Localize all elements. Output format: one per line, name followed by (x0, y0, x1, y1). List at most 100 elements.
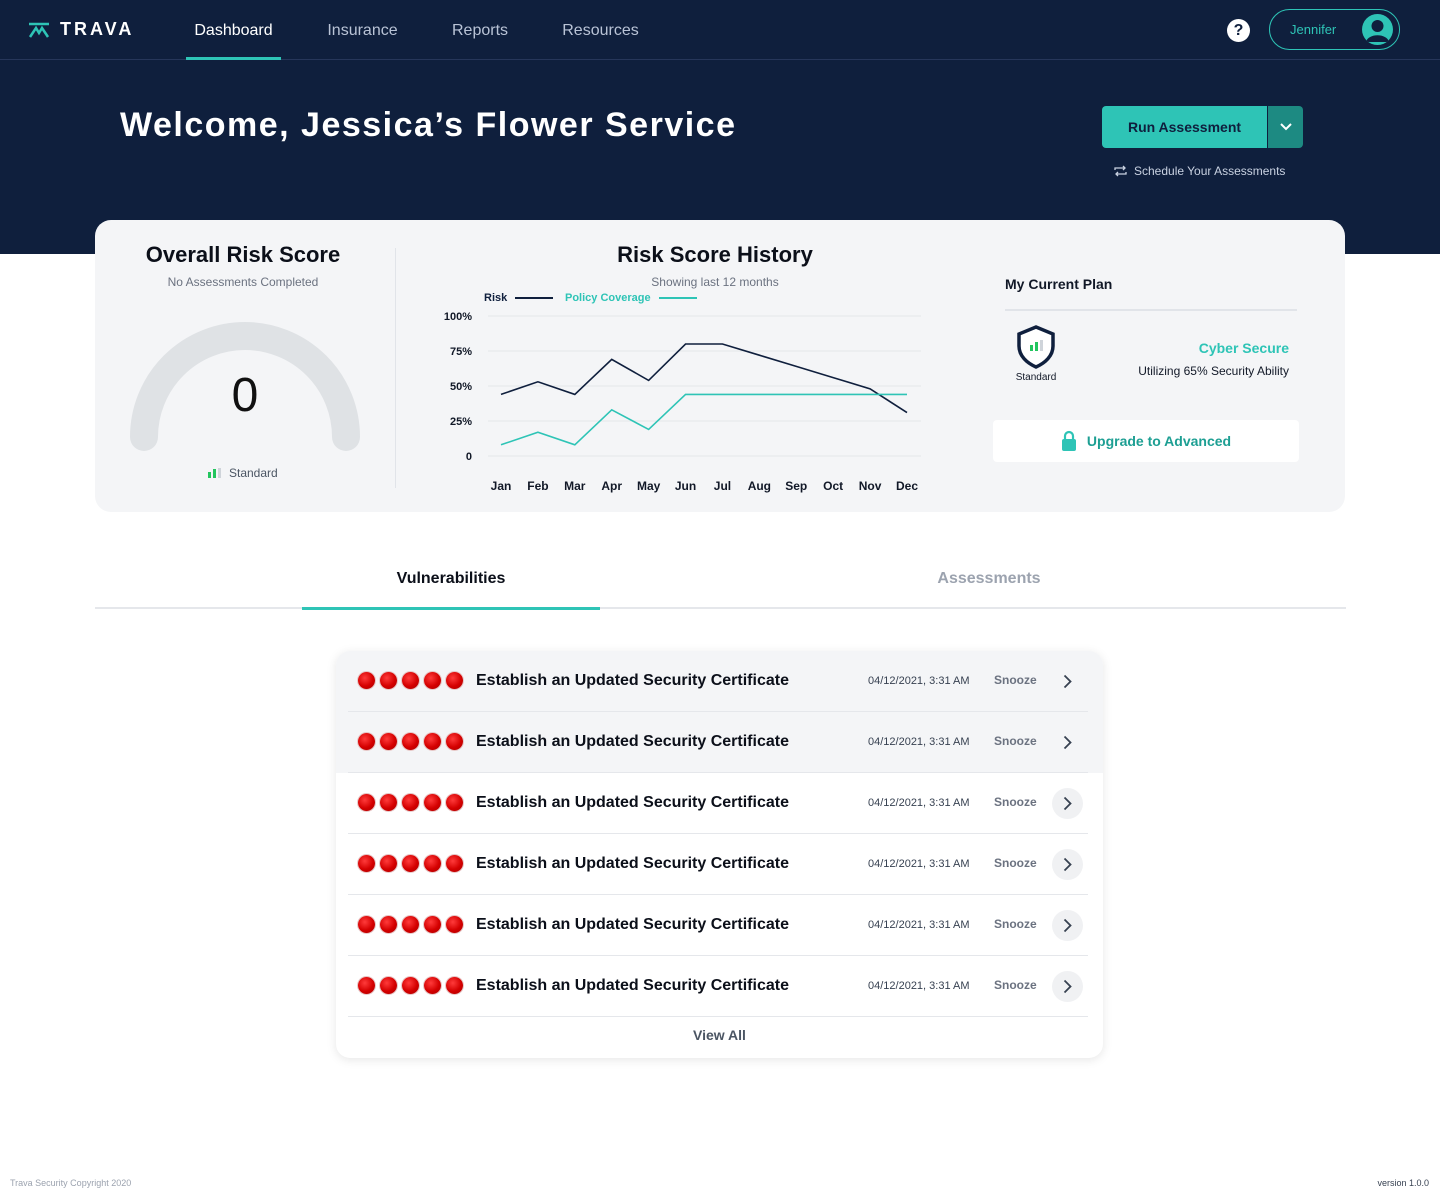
x-tick-label: Dec (896, 479, 918, 493)
y-tick-label: 75% (450, 346, 472, 358)
signal-bars-icon (208, 468, 221, 478)
severity-dot (446, 672, 463, 689)
x-tick-label: Jul (714, 479, 731, 493)
vulnerability-row[interactable]: Establish an Updated Security Certificat… (348, 956, 1088, 1017)
nav-tab-resources[interactable]: Resources (556, 0, 645, 60)
user-menu-button[interactable]: Jennifer (1269, 9, 1400, 50)
severity-dot (446, 733, 463, 750)
snooze-button[interactable]: Snooze (994, 917, 1037, 931)
vulnerability-date: 04/12/2021, 3:31 AM (868, 980, 970, 992)
x-tick-label: Oct (823, 479, 843, 493)
snooze-button[interactable]: Snooze (994, 795, 1037, 809)
severity-dot (358, 733, 375, 750)
run-assessment-button-group[interactable]: Run Assessment (1102, 106, 1303, 148)
nav-tab-reports[interactable]: Reports (445, 0, 515, 60)
vulnerability-title: Establish an Updated Security Certificat… (476, 733, 789, 750)
vulnerability-title: Establish an Updated Security Certificat… (476, 794, 789, 811)
severity-dot (402, 672, 419, 689)
severity-dot (424, 794, 441, 811)
brand-name: TRAVA (60, 19, 135, 39)
trava-logo[interactable]: TRAVA (28, 19, 134, 40)
severity-dot (380, 794, 397, 811)
severity-dot (380, 855, 397, 872)
repeat-icon (1114, 165, 1127, 177)
snooze-button[interactable]: Snooze (994, 978, 1037, 992)
plan-title: My Current Plan (1005, 276, 1113, 292)
vulnerability-row[interactable]: Establish an Updated Security Certificat… (348, 773, 1088, 834)
severity-dot (446, 977, 463, 994)
x-tick-label: Jan (491, 479, 512, 493)
vulnerability-date: 04/12/2021, 3:31 AM (868, 675, 970, 687)
legend-policy-label: Policy Coverage (565, 292, 651, 304)
snooze-button[interactable]: Snooze (994, 856, 1037, 870)
legend-policy-swatch (658, 297, 697, 299)
plan-name: Cyber Secure (1198, 340, 1289, 356)
severity-dot (446, 916, 463, 933)
run-options-dropdown[interactable] (1267, 106, 1303, 148)
severity-dot (424, 977, 441, 994)
chevron-right-icon[interactable] (1052, 788, 1083, 819)
view-all-link[interactable]: View All (336, 1027, 1103, 1043)
vulnerability-list: Establish an Updated Security Certificat… (336, 651, 1103, 1058)
user-name: Jennifer (1290, 22, 1337, 37)
severity-dot (402, 916, 419, 933)
chevron-right-icon[interactable] (1052, 849, 1083, 880)
severity-dot (358, 855, 375, 872)
chevron-right-icon[interactable] (1052, 666, 1083, 697)
snooze-button[interactable]: Snooze (994, 734, 1037, 748)
risk-series-line (500, 343, 908, 414)
snooze-button[interactable]: Snooze (994, 673, 1037, 687)
vulnerability-row[interactable]: Establish an Updated Security Certificat… (348, 895, 1088, 956)
page-title: Welcome, Jessica’s Flower Service (120, 106, 737, 144)
vulnerability-title: Establish an Updated Security Certificat… (476, 855, 789, 872)
severity-dot (446, 855, 463, 872)
user-avatar-icon (1362, 14, 1393, 45)
help-icon[interactable]: ? (1227, 19, 1250, 42)
history-title: Risk Score History (617, 242, 813, 267)
tab-assessments[interactable]: Assessments (840, 570, 1138, 588)
severity-indicator (358, 672, 463, 689)
legend-policy-coverage: Policy Coverage (565, 292, 697, 304)
history-subtitle: Showing last 12 months (651, 275, 779, 289)
x-tick-label: Nov (859, 479, 882, 493)
severity-indicator (358, 977, 463, 994)
severity-dot (424, 916, 441, 933)
y-tick-label: 100% (444, 311, 472, 323)
risk-score-subtitle: No Assessments Completed (167, 275, 319, 289)
severity-dot (380, 916, 397, 933)
y-tick-label: 0 (466, 451, 472, 463)
severity-indicator (358, 916, 463, 933)
upgrade-button[interactable]: Upgrade to Advanced (993, 420, 1299, 462)
top-navigation: TRAVA Dashboard Insurance Reports Resour… (0, 0, 1440, 60)
schedule-assessments-link[interactable]: Schedule Your Assessments (1114, 164, 1285, 178)
nav-tab-dashboard[interactable]: Dashboard (186, 0, 281, 60)
chevron-right-icon[interactable] (1052, 727, 1083, 758)
chevron-right-icon[interactable] (1052, 971, 1083, 1002)
nav-tab-insurance[interactable]: Insurance (320, 0, 405, 60)
severity-dot (358, 794, 375, 811)
plan-divider (1005, 309, 1297, 311)
legend-risk: Risk (484, 292, 554, 304)
x-tick-label: Jun (675, 479, 696, 493)
x-tick-label: May (637, 479, 661, 493)
risk-history-chart: 100% 75% 50% 25% 0 Jan Feb Mar Apr May Jun Jul Aug Se… (444, 311, 921, 493)
summary-card: Overall Risk Score No Assessments Comple… (95, 220, 1345, 512)
x-tick-label: Apr (601, 479, 622, 493)
x-tick-label: Sep (785, 479, 807, 493)
active-tab-indicator (302, 607, 600, 610)
severity-dot (424, 672, 441, 689)
schedule-assessments-label: Schedule Your Assessments (1134, 164, 1286, 178)
trava-logo-icon (28, 22, 50, 38)
severity-indicator (358, 794, 463, 811)
footer-version: version 1.0.0 (1377, 1178, 1429, 1188)
risk-score-value: 0 (231, 369, 259, 422)
chevron-right-icon[interactable] (1052, 910, 1083, 941)
tab-vulnerabilities[interactable]: Vulnerabilities (302, 570, 600, 588)
severity-dot (424, 855, 441, 872)
severity-dot (402, 733, 419, 750)
run-assessment-button[interactable]: Run Assessment (1102, 106, 1267, 148)
vulnerability-row[interactable]: Establish an Updated Security Certificat… (348, 834, 1088, 895)
severity-dot (424, 733, 441, 750)
vulnerability-row[interactable]: Establish an Updated Security Certificat… (348, 651, 1088, 712)
vulnerability-row[interactable]: Establish an Updated Security Certificat… (348, 712, 1088, 773)
